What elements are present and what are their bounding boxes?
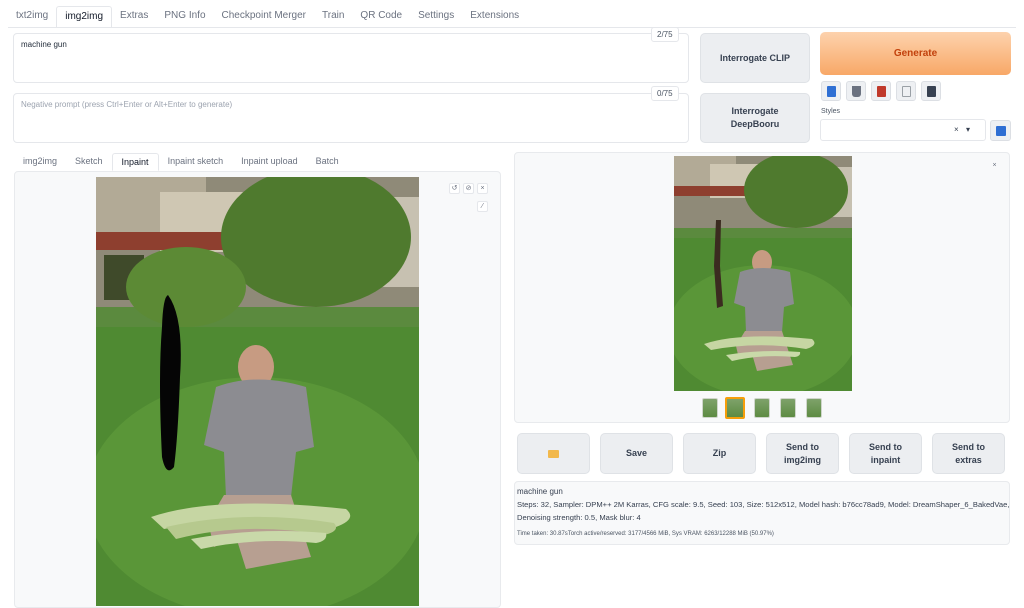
interrogate-deepbooru-label-line1: Interrogate: [731, 106, 779, 116]
subtab-inpaint-upload[interactable]: Inpaint upload: [232, 153, 307, 171]
prompt-input[interactable]: machine gun: [13, 33, 689, 83]
generation-info-prompt: machine gun: [517, 487, 563, 496]
send-to-extras-button[interactable]: Send to extras: [932, 433, 1005, 474]
send-to-inpaint-line1: Send to: [869, 441, 902, 452]
gallery-thumbnail-5[interactable]: [806, 398, 822, 418]
tab-bar-divider: [8, 27, 1016, 28]
send-to-img2img-line2: img2img: [783, 454, 821, 465]
interrogate-deepbooru-button[interactable]: Interrogate DeepBooru: [700, 93, 810, 143]
extra-networks-button[interactable]: [871, 81, 891, 101]
inpaint-source-photo: [96, 177, 419, 606]
gallery-close-button[interactable]: ×: [989, 161, 1000, 172]
save-style-icon: [927, 86, 936, 97]
zip-button[interactable]: Zip: [683, 433, 756, 474]
interrogate-clip-label: Interrogate CLIP: [719, 52, 790, 63]
paste-prompt-button[interactable]: [821, 81, 841, 101]
gallery-thumbnail-4[interactable]: [780, 398, 796, 418]
tab-png-info[interactable]: PNG Info: [156, 6, 213, 28]
gallery-thumbnail-1[interactable]: [702, 398, 718, 418]
send-to-extras-line2: extras: [955, 454, 982, 465]
generation-info-params: Steps: 32, Sampler: DPM++ 2M Karras, CFG…: [517, 500, 1010, 509]
styles-dropdown-icon[interactable]: ▾: [966, 125, 970, 134]
show-extra-networks-icon: [877, 86, 886, 97]
canvas-undo-button[interactable]: ↺: [449, 183, 460, 194]
subtab-inpaint-sketch[interactable]: Inpaint sketch: [159, 153, 233, 171]
save-label: Save: [625, 448, 648, 458]
folder-icon: [548, 449, 559, 458]
send-to-img2img-button[interactable]: Send to img2img: [766, 433, 839, 474]
inpaint-canvas[interactable]: [96, 177, 419, 606]
send-to-inpaint-button[interactable]: Send to inpaint: [849, 433, 922, 474]
tab-extensions[interactable]: Extensions: [462, 6, 527, 28]
tab-img2img[interactable]: img2img: [56, 6, 113, 28]
canvas-clear-button[interactable]: ⊘: [463, 183, 474, 194]
tab-train[interactable]: Train: [314, 6, 352, 28]
subtab-inpaint[interactable]: Inpaint: [111, 153, 159, 171]
send-to-extras-line1: Send to: [952, 441, 985, 452]
output-photo: [674, 156, 852, 391]
open-folder-button[interactable]: [517, 433, 590, 474]
tab-qr-code[interactable]: QR Code: [352, 6, 410, 28]
output-image[interactable]: [674, 156, 852, 391]
prompt-token-counter: 2/75: [651, 27, 679, 42]
subtab-img2img[interactable]: img2img: [14, 153, 66, 171]
clear-prompt-button[interactable]: [846, 81, 866, 101]
generate-label: Generate: [893, 48, 938, 59]
clear-prompt-icon: [852, 86, 861, 97]
send-to-inpaint-line2: inpaint: [870, 454, 901, 465]
subtab-sketch[interactable]: Sketch: [66, 153, 112, 171]
save-style-button[interactable]: [921, 81, 941, 101]
refresh-icon: [996, 126, 1006, 136]
styles-clear-icon[interactable]: ×: [954, 125, 959, 134]
styles-label: Styles: [821, 108, 841, 115]
generate-button[interactable]: Generate: [820, 32, 1011, 75]
generation-info-params-2: Denoising strength: 0.5, Mask blur: 4: [517, 513, 641, 522]
negative-prompt-input[interactable]: Negative prompt (press Ctrl+Enter or Alt…: [13, 93, 689, 143]
interrogate-clip-button[interactable]: Interrogate CLIP: [700, 33, 810, 83]
gallery-thumbnail-2[interactable]: [725, 397, 745, 419]
main-tab-bar: txt2img img2img Extras PNG Info Checkpoi…: [8, 6, 527, 28]
subtab-batch[interactable]: Batch: [307, 153, 348, 171]
zip-label: Zip: [712, 448, 727, 458]
generation-info-timing: Time taken: 30.87sTorch active/reserved:…: [517, 531, 774, 537]
save-button[interactable]: Save: [600, 433, 673, 474]
tab-settings[interactable]: Settings: [410, 6, 462, 28]
apply-style-icon: [902, 86, 911, 97]
brush-size-button[interactable]: ⁄: [477, 201, 488, 212]
img2img-mode-tabs: img2img Sketch Inpaint Inpaint sketch In…: [14, 153, 348, 171]
tab-extras[interactable]: Extras: [112, 6, 156, 28]
negative-prompt-token-counter: 0/75: [651, 86, 679, 101]
send-to-img2img-line1: Send to: [786, 441, 819, 452]
interrogate-deepbooru-label-line2: DeepBooru: [730, 119, 780, 129]
styles-dropdown[interactable]: [820, 119, 986, 141]
tab-checkpoint-merger[interactable]: Checkpoint Merger: [214, 6, 314, 28]
refresh-styles-button[interactable]: [990, 120, 1011, 141]
apply-style-button[interactable]: [896, 81, 916, 101]
paste-prompt-icon: [827, 86, 836, 97]
tab-txt2img[interactable]: txt2img: [8, 6, 56, 28]
gallery-thumbnail-3[interactable]: [754, 398, 770, 418]
canvas-close-button[interactable]: ×: [477, 183, 488, 194]
